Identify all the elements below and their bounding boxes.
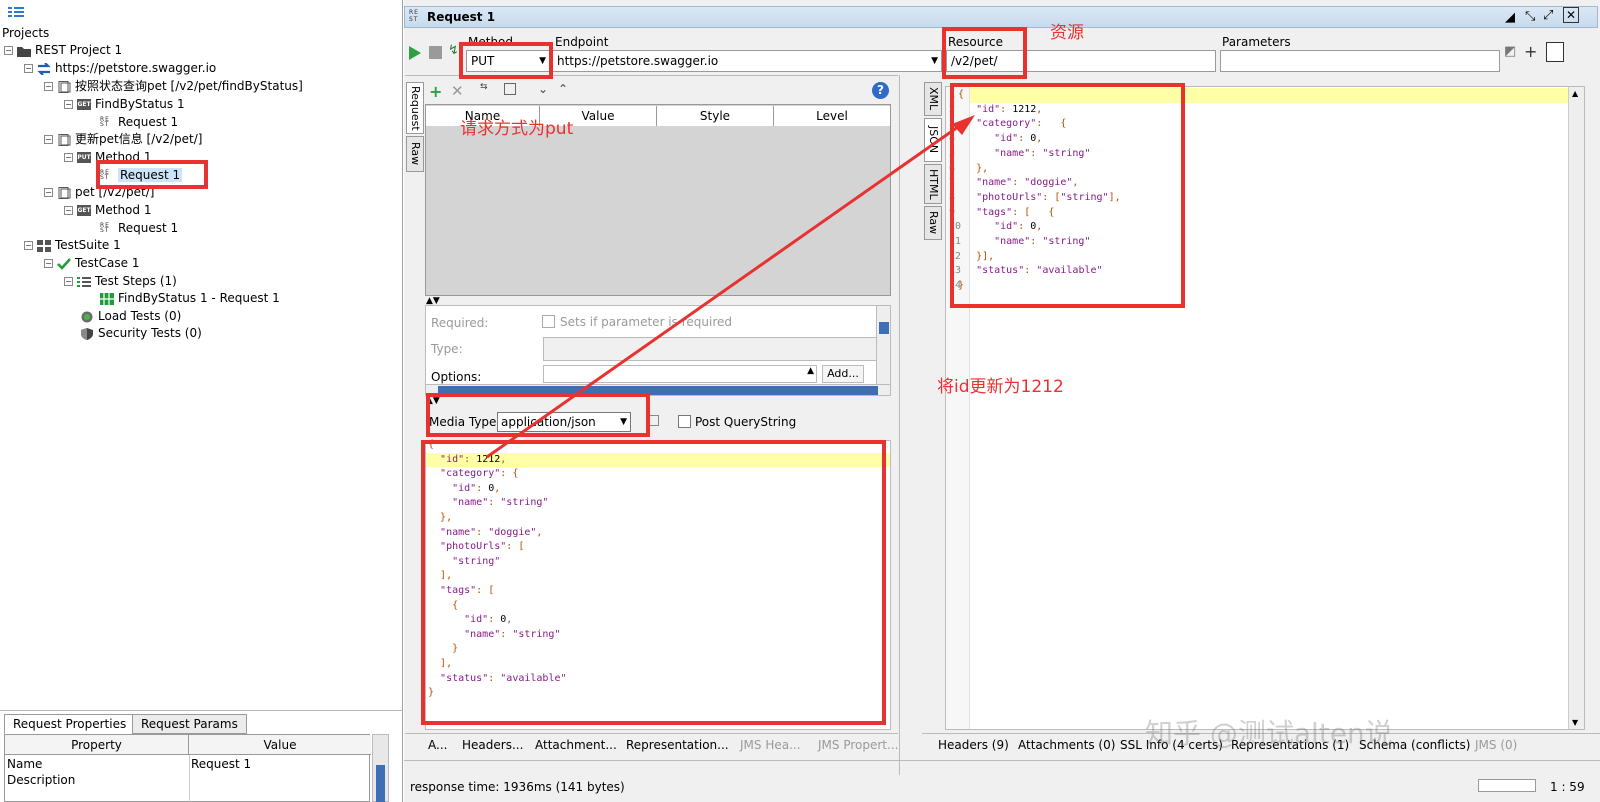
tab-resp-attachments[interactable]: Attachments (0) (1018, 738, 1115, 752)
annotation-arrow (486, 115, 975, 459)
watermark: 知乎 @测试alten说 (1145, 717, 1393, 750)
cursor-position: 1 : 59 (1550, 780, 1585, 794)
tab-resp-headers[interactable]: Headers (9) (938, 738, 1009, 752)
divider (404, 760, 1600, 761)
progress-bar (1478, 779, 1536, 792)
tab-jms[interactable]: JMS (0) (1475, 738, 1517, 752)
response-time: response time: 1936ms (141 bytes) (410, 780, 625, 794)
